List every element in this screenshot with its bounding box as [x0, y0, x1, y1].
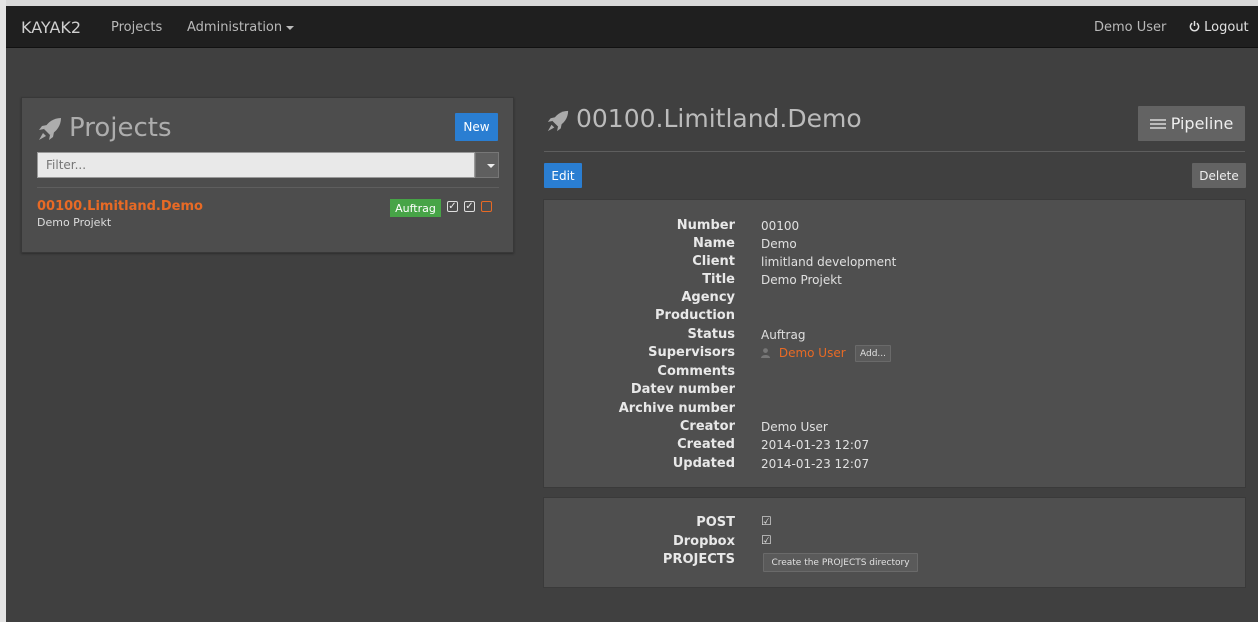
field-value-status: Auftrag [761, 328, 806, 342]
checkbox-empty-icon [481, 201, 492, 212]
projects-title: Projects [69, 113, 172, 143]
field-label-dropbox: Dropbox [672, 534, 735, 549]
list-icon [1149, 118, 1166, 129]
logout-label: Logout [1204, 20, 1249, 35]
field-value-updated: 2014-01-23 12:07 [761, 457, 870, 471]
field-label-creator: Creator [679, 419, 735, 434]
window-left-edge [0, 0, 6, 622]
project-title: 00100.Limitland.Demo [576, 104, 862, 133]
create-projects-directory-button[interactable]: Create the PROJECTS directory [763, 553, 918, 572]
user-icon [761, 348, 770, 358]
power-icon [1189, 20, 1200, 32]
supervisor-link[interactable]: Demo User [779, 346, 846, 360]
chevron-down-icon [487, 164, 495, 168]
brand-logo[interactable]: KAYAK2 [21, 18, 81, 37]
field-label-number: Number [676, 218, 735, 233]
field-label-client: Client [692, 254, 735, 269]
field-label-datev-number: Datev number [630, 382, 735, 397]
divider [544, 151, 1245, 152]
status-badge: Auftrag [390, 199, 441, 217]
field-label-title: Title [702, 272, 735, 287]
field-value-name: Demo [761, 237, 797, 251]
nav-user[interactable]: Demo User [1094, 20, 1166, 35]
supervisor-entry: Demo User [761, 346, 846, 360]
field-label-post: POST [696, 515, 735, 530]
nav-administration[interactable]: Administration [187, 20, 295, 35]
dropbox-check-icon: ☑ [761, 533, 772, 547]
filter-input[interactable] [37, 152, 475, 178]
field-label-archive-number: Archive number [618, 401, 735, 416]
field-label-comments: Comments [657, 364, 735, 379]
pipeline-label: Pipeline [1170, 114, 1234, 133]
field-label-projects: PROJECTS [662, 552, 735, 567]
chevron-down-icon [286, 25, 295, 30]
field-label-status: Status [687, 327, 735, 342]
project-details-panel: Number 00100 Name Demo Client limitland … [543, 199, 1246, 488]
project-subtitle: Demo Projekt [37, 216, 112, 229]
rocket-icon [39, 118, 61, 140]
field-label-production: Production [655, 308, 735, 323]
logout-link[interactable]: Logout [1189, 20, 1249, 35]
field-label-name: Name [692, 236, 735, 251]
field-label-created: Created [677, 437, 735, 452]
add-supervisor-button[interactable]: Add... [855, 345, 891, 362]
field-value-number: 00100 [761, 219, 800, 233]
top-navbar: KAYAK2 Projects Administration Demo User… [6, 6, 1258, 48]
checkbox-checked-icon: ✓ [464, 201, 475, 212]
nav-projects[interactable]: Projects [111, 20, 162, 35]
pipeline-button[interactable]: Pipeline [1138, 106, 1245, 141]
rocket-icon [547, 110, 569, 132]
field-label-agency: Agency [681, 290, 735, 305]
delete-button[interactable]: Delete [1192, 163, 1246, 188]
projects-panel: Projects New 00100.Limitland.Demo Demo P… [21, 97, 514, 253]
checkbox-checked-icon: ✓ [447, 201, 458, 212]
nav-administration-label: Administration [187, 20, 283, 35]
field-label-supervisors: Supervisors [648, 345, 735, 360]
edit-button[interactable]: Edit [544, 163, 582, 188]
field-label-updated: Updated [672, 456, 735, 471]
filter-dropdown-button[interactable] [475, 152, 499, 178]
new-project-button[interactable]: New [455, 113, 498, 141]
field-value-title: Demo Projekt [761, 273, 842, 287]
field-value-creator: Demo User [761, 420, 828, 434]
post-check-icon: ☑ [761, 514, 772, 528]
divider [37, 187, 499, 188]
field-value-client: limitland development [761, 255, 897, 269]
integrations-panel: POST ☑ Dropbox ☑ PROJECTS Create the PRO… [543, 497, 1246, 588]
field-value-created: 2014-01-23 12:07 [761, 438, 870, 452]
project-name[interactable]: 00100.Limitland.Demo [37, 199, 203, 214]
